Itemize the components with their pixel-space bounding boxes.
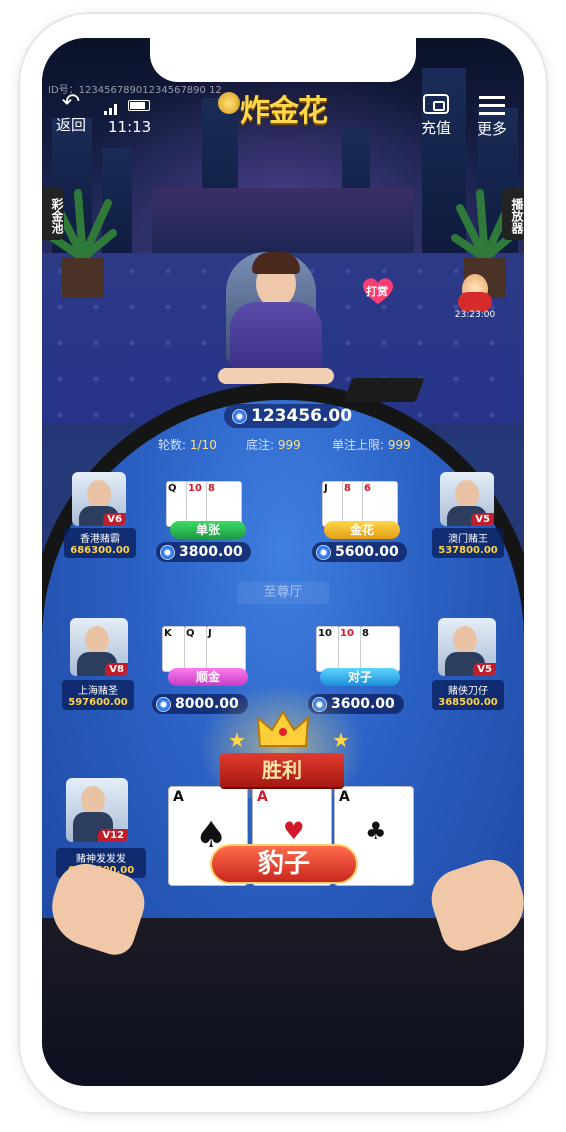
tip-button[interactable]: 打赏 <box>360 276 396 306</box>
phone-notch <box>150 38 416 82</box>
player-avatar[interactable]: V6 <box>72 472 126 526</box>
back-arrow-icon: ↶ <box>61 90 81 115</box>
hand-type-tag: 单张 <box>170 521 246 539</box>
player-avatar[interactable]: V8 <box>70 618 128 676</box>
round-value: 1/10 <box>189 438 217 452</box>
player-avatar[interactable]: V5 <box>438 618 496 676</box>
dealer-hair <box>252 252 300 274</box>
base-bet-label: 底注: <box>246 438 275 452</box>
recharge-button[interactable]: 充值 <box>418 94 454 138</box>
chip-icon <box>232 408 247 424</box>
base-bet-value: 999 <box>277 438 301 452</box>
vip-badge: V6 <box>103 513 126 526</box>
hand-result-badge: 豹子 <box>210 844 358 884</box>
menu-icon <box>479 96 505 115</box>
chip-icon <box>156 696 171 712</box>
more-label: 更多 <box>476 120 507 138</box>
media-player-button[interactable]: 播放器 <box>502 188 524 240</box>
player-score: 686300.00 <box>70 545 130 556</box>
mascot-timer: 23:23:00 <box>454 310 496 320</box>
vip-badge: V12 <box>98 829 128 842</box>
hand-type-tag: 金花 <box>324 521 400 539</box>
vip-badge: V8 <box>105 663 128 676</box>
star-icon: ★ <box>228 728 246 752</box>
bet-amount: 5600.00 <box>312 542 407 562</box>
playing-card: 8 <box>360 626 400 672</box>
avatar-head <box>87 480 111 508</box>
jackpot-button[interactable]: 彩金池 <box>42 188 64 240</box>
bet-amount: 3800.00 <box>156 542 251 562</box>
chip-icon <box>316 544 331 560</box>
avatar-head <box>85 626 109 654</box>
vip-badge: V5 <box>471 513 494 526</box>
bet-limit-info: 单注上限: 999 <box>332 436 411 453</box>
card-rank: A <box>339 789 350 805</box>
tip-label: 打赏 <box>366 285 388 298</box>
player-score: 368500.00 <box>438 697 498 708</box>
avatar-head <box>453 626 477 654</box>
card-rank: A <box>257 789 268 805</box>
dealer-hands <box>218 368 334 384</box>
heart-icon: ♥ <box>283 817 305 845</box>
player-nameplate: 上海赌圣 597600.00 <box>62 680 134 710</box>
round-info: 轮数: 1/10 <box>158 436 217 453</box>
player-score: 597600.00 <box>68 697 128 708</box>
playing-card: 10 <box>316 626 340 672</box>
back-button[interactable]: ↶ 返回 <box>52 92 90 135</box>
base-bet-info: 底注: 999 <box>246 436 301 453</box>
bet-value: 5600.00 <box>335 544 399 560</box>
vip-badge: V5 <box>473 663 496 676</box>
player-name: 澳门赌王 <box>448 534 488 545</box>
card-shoe <box>343 378 425 402</box>
god-of-wealth-mascot[interactable]: 23:23:00 <box>452 274 498 322</box>
pot-value: 123456.00 <box>251 406 353 426</box>
round-label: 轮数: <box>158 438 187 452</box>
playing-card: J <box>206 626 246 672</box>
signal-icon <box>104 100 120 119</box>
recharge-label: 充值 <box>420 119 451 137</box>
game-logo: 炸金花 <box>218 86 358 134</box>
bet-value: 3800.00 <box>179 544 243 560</box>
playing-card: K <box>162 626 186 672</box>
game-screen: ID号：12345678901234567890 12 11:13 ↶ 返回 炸… <box>42 38 524 1086</box>
bet-limit-label: 单注上限: <box>332 438 385 452</box>
player-avatar[interactable]: V12 <box>66 778 128 842</box>
battery-icon <box>128 100 150 111</box>
back-label: 返回 <box>55 116 86 134</box>
playing-card: 10 <box>338 626 362 672</box>
player-name: 香港赌霸 <box>80 534 120 545</box>
playing-card: Q <box>184 626 208 672</box>
player-name: 上海赌圣 <box>78 686 118 697</box>
chip-icon <box>160 544 175 560</box>
rose-icon <box>218 92 240 114</box>
player-avatar[interactable]: V5 <box>440 472 494 526</box>
bet-limit-value: 999 <box>387 438 411 452</box>
card-rank: A <box>173 789 184 805</box>
player-nameplate: 赌侠刀仔 368500.00 <box>432 680 504 710</box>
wallet-icon <box>423 94 449 114</box>
crown-icon <box>256 708 310 750</box>
pot-display: 123456.00 <box>224 404 352 428</box>
player-score: 537800.00 <box>438 545 498 556</box>
dealer-body <box>230 302 322 372</box>
player-nameplate: 澳门赌王 537800.00 <box>432 528 504 558</box>
avatar-head <box>81 786 105 814</box>
logo-text: 炸金花 <box>240 94 328 129</box>
mascot-body <box>458 292 492 312</box>
stadium-background <box>152 188 414 258</box>
victory-banner: 胜利 <box>220 753 344 787</box>
player-name: 赌侠刀仔 <box>448 686 488 697</box>
clock: 11:13 <box>108 118 152 136</box>
more-button[interactable]: 更多 <box>474 94 510 139</box>
player-nameplate: 香港赌霸 686300.00 <box>64 528 136 558</box>
star-icon: ★ <box>332 728 350 752</box>
avatar-head <box>455 480 479 508</box>
hall-name: 至尊厅 <box>237 582 329 604</box>
player-name: 赌神发发发 <box>76 854 126 865</box>
club-icon: ♣ <box>365 817 387 845</box>
